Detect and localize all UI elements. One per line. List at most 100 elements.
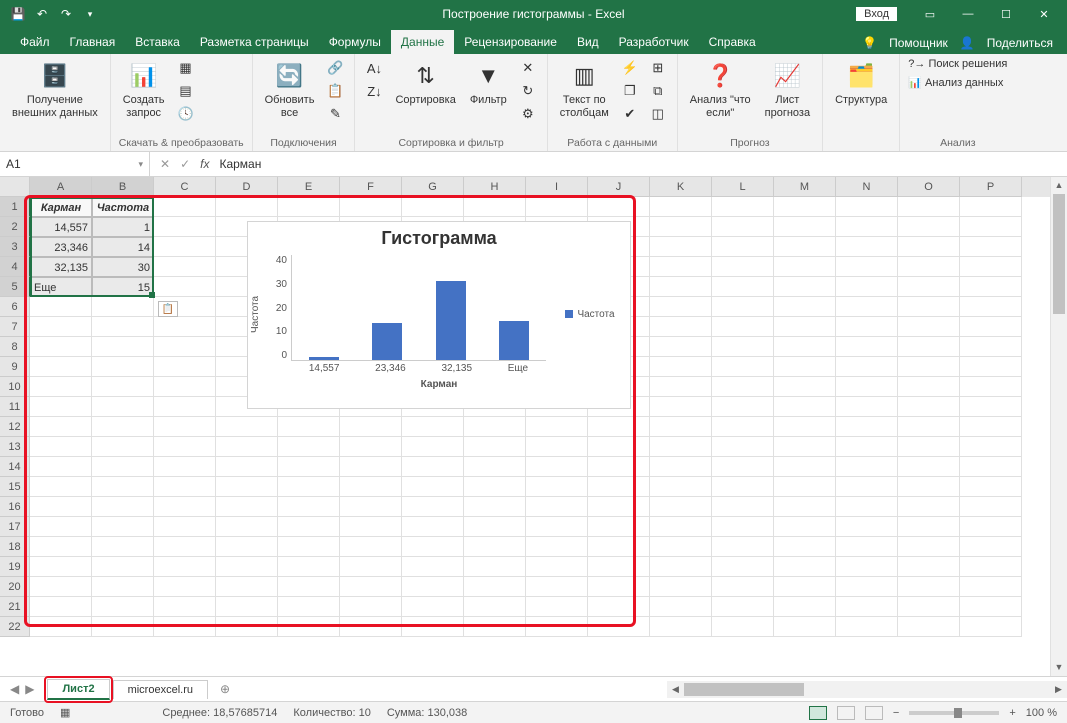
cell[interactable]	[216, 537, 278, 557]
cell[interactable]	[402, 597, 464, 617]
sheet-next-icon[interactable]: ▶	[25, 682, 34, 696]
cell[interactable]	[650, 217, 712, 237]
enter-icon[interactable]: ✓	[180, 157, 190, 171]
cell[interactable]	[216, 597, 278, 617]
cell[interactable]	[154, 597, 216, 617]
cell[interactable]	[650, 577, 712, 597]
cell[interactable]	[464, 537, 526, 557]
scroll-right-icon[interactable]: ▶	[1050, 684, 1067, 695]
name-box[interactable]: A1 ▾	[0, 152, 150, 176]
cell[interactable]	[650, 237, 712, 257]
cell[interactable]	[588, 197, 650, 217]
row-header[interactable]: 20	[0, 577, 30, 597]
cell[interactable]	[960, 357, 1022, 377]
row-header[interactable]: 21	[0, 597, 30, 617]
cell[interactable]	[278, 497, 340, 517]
sort-desc-icon[interactable]: Z↓	[363, 81, 385, 101]
col-header[interactable]: L	[712, 177, 774, 197]
cell[interactable]	[154, 217, 216, 237]
cell[interactable]	[92, 417, 154, 437]
cell[interactable]	[774, 377, 836, 397]
cell[interactable]	[650, 297, 712, 317]
cell[interactable]	[402, 577, 464, 597]
cell[interactable]	[650, 257, 712, 277]
what-if-button[interactable]: ❓ Анализ "что если"	[686, 58, 755, 121]
cell[interactable]	[340, 557, 402, 577]
cell[interactable]	[650, 537, 712, 557]
cell[interactable]	[464, 577, 526, 597]
cell[interactable]	[960, 477, 1022, 497]
cell[interactable]	[402, 517, 464, 537]
cell[interactable]	[216, 197, 278, 217]
cell[interactable]	[960, 577, 1022, 597]
cell[interactable]	[154, 537, 216, 557]
cell[interactable]	[30, 377, 92, 397]
cell[interactable]	[650, 597, 712, 617]
cell[interactable]	[774, 357, 836, 377]
cell[interactable]	[402, 557, 464, 577]
cell[interactable]	[216, 617, 278, 637]
cell[interactable]	[154, 417, 216, 437]
cell[interactable]	[774, 237, 836, 257]
cell[interactable]	[650, 517, 712, 537]
cell[interactable]	[278, 457, 340, 477]
cell[interactable]	[774, 597, 836, 617]
cell[interactable]	[898, 197, 960, 217]
row-header[interactable]: 17	[0, 517, 30, 537]
row-header[interactable]: 12	[0, 417, 30, 437]
save-icon[interactable]: 💾	[10, 6, 26, 22]
cell[interactable]	[340, 477, 402, 497]
cell[interactable]	[154, 517, 216, 537]
cell[interactable]	[30, 397, 92, 417]
cell[interactable]	[402, 437, 464, 457]
refresh-all-button[interactable]: 🔄 Обновить все	[261, 58, 319, 121]
cancel-icon[interactable]: ✕	[160, 157, 170, 171]
view-normal-icon[interactable]	[809, 706, 827, 720]
cell[interactable]	[278, 417, 340, 437]
cell[interactable]	[898, 417, 960, 437]
cell[interactable]	[960, 297, 1022, 317]
sheet-tab-active[interactable]: Лист2	[47, 679, 109, 700]
minimize-icon[interactable]: —	[953, 4, 983, 24]
row-header[interactable]: 10	[0, 377, 30, 397]
cell[interactable]	[154, 557, 216, 577]
cell[interactable]	[154, 197, 216, 217]
cell[interactable]	[92, 317, 154, 337]
row-header[interactable]: 15	[0, 477, 30, 497]
relationships-icon[interactable]: ⧉	[647, 81, 669, 101]
col-header[interactable]: G	[402, 177, 464, 197]
cell[interactable]	[92, 337, 154, 357]
cell[interactable]	[960, 437, 1022, 457]
ribbon-options-icon[interactable]: ▭	[915, 4, 945, 24]
cell[interactable]	[30, 557, 92, 577]
tab-insert[interactable]: Вставка	[125, 30, 190, 54]
cell[interactable]	[92, 577, 154, 597]
cell[interactable]	[836, 417, 898, 437]
cell[interactable]	[340, 457, 402, 477]
cell[interactable]	[712, 197, 774, 217]
cell[interactable]	[898, 557, 960, 577]
row-header[interactable]: 18	[0, 537, 30, 557]
cell[interactable]	[464, 457, 526, 477]
cell[interactable]	[216, 577, 278, 597]
cell[interactable]	[526, 597, 588, 617]
get-external-data-button[interactable]: 🗄️ Получение внешних данных	[8, 58, 102, 121]
cell[interactable]	[526, 617, 588, 637]
cell[interactable]	[836, 437, 898, 457]
col-header[interactable]: A	[30, 177, 92, 197]
col-header[interactable]: O	[898, 177, 960, 197]
cell[interactable]	[92, 557, 154, 577]
cell[interactable]	[92, 377, 154, 397]
tell-me[interactable]: Помощник	[889, 36, 948, 50]
tab-developer[interactable]: Разработчик	[609, 30, 699, 54]
cell[interactable]	[30, 437, 92, 457]
col-header[interactable]: B	[92, 177, 154, 197]
cell[interactable]	[154, 257, 216, 277]
data-analysis-button[interactable]: 📊 Анализ данных	[908, 76, 1007, 89]
from-table-icon[interactable]: ▤	[175, 81, 197, 101]
cell[interactable]	[464, 197, 526, 217]
cell[interactable]	[92, 477, 154, 497]
cell[interactable]	[836, 457, 898, 477]
cell[interactable]	[464, 497, 526, 517]
cell[interactable]	[774, 197, 836, 217]
